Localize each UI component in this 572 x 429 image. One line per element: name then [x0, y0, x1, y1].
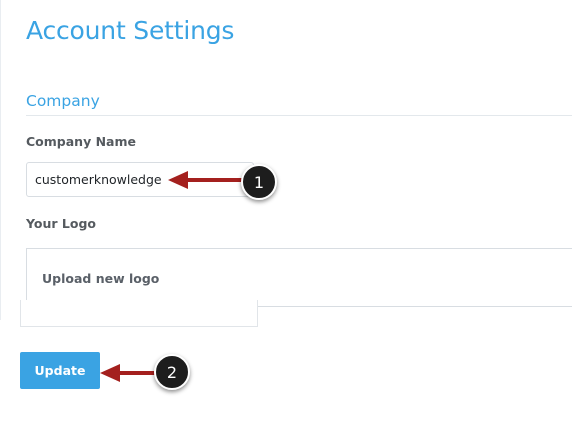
- section-heading-company: Company: [26, 92, 100, 110]
- callout-badge-2: 2: [154, 354, 190, 390]
- logo-preview-frame: [20, 300, 258, 327]
- annotation-arrow-2: [100, 364, 158, 382]
- upload-logo-link[interactable]: Upload new logo: [42, 271, 159, 286]
- company-name-label: Company Name: [26, 134, 136, 149]
- settings-panel: Account Settings Company Company Name Yo…: [0, 0, 572, 320]
- page-title: Account Settings: [26, 16, 235, 45]
- callout-badge-1: 1: [241, 164, 277, 200]
- update-button[interactable]: Update: [20, 352, 100, 389]
- section-divider: [26, 115, 572, 116]
- logo-upload-area[interactable]: Upload new logo: [26, 248, 572, 307]
- logo-label: Your Logo: [26, 216, 96, 231]
- annotation-arrow-1: [168, 171, 244, 189]
